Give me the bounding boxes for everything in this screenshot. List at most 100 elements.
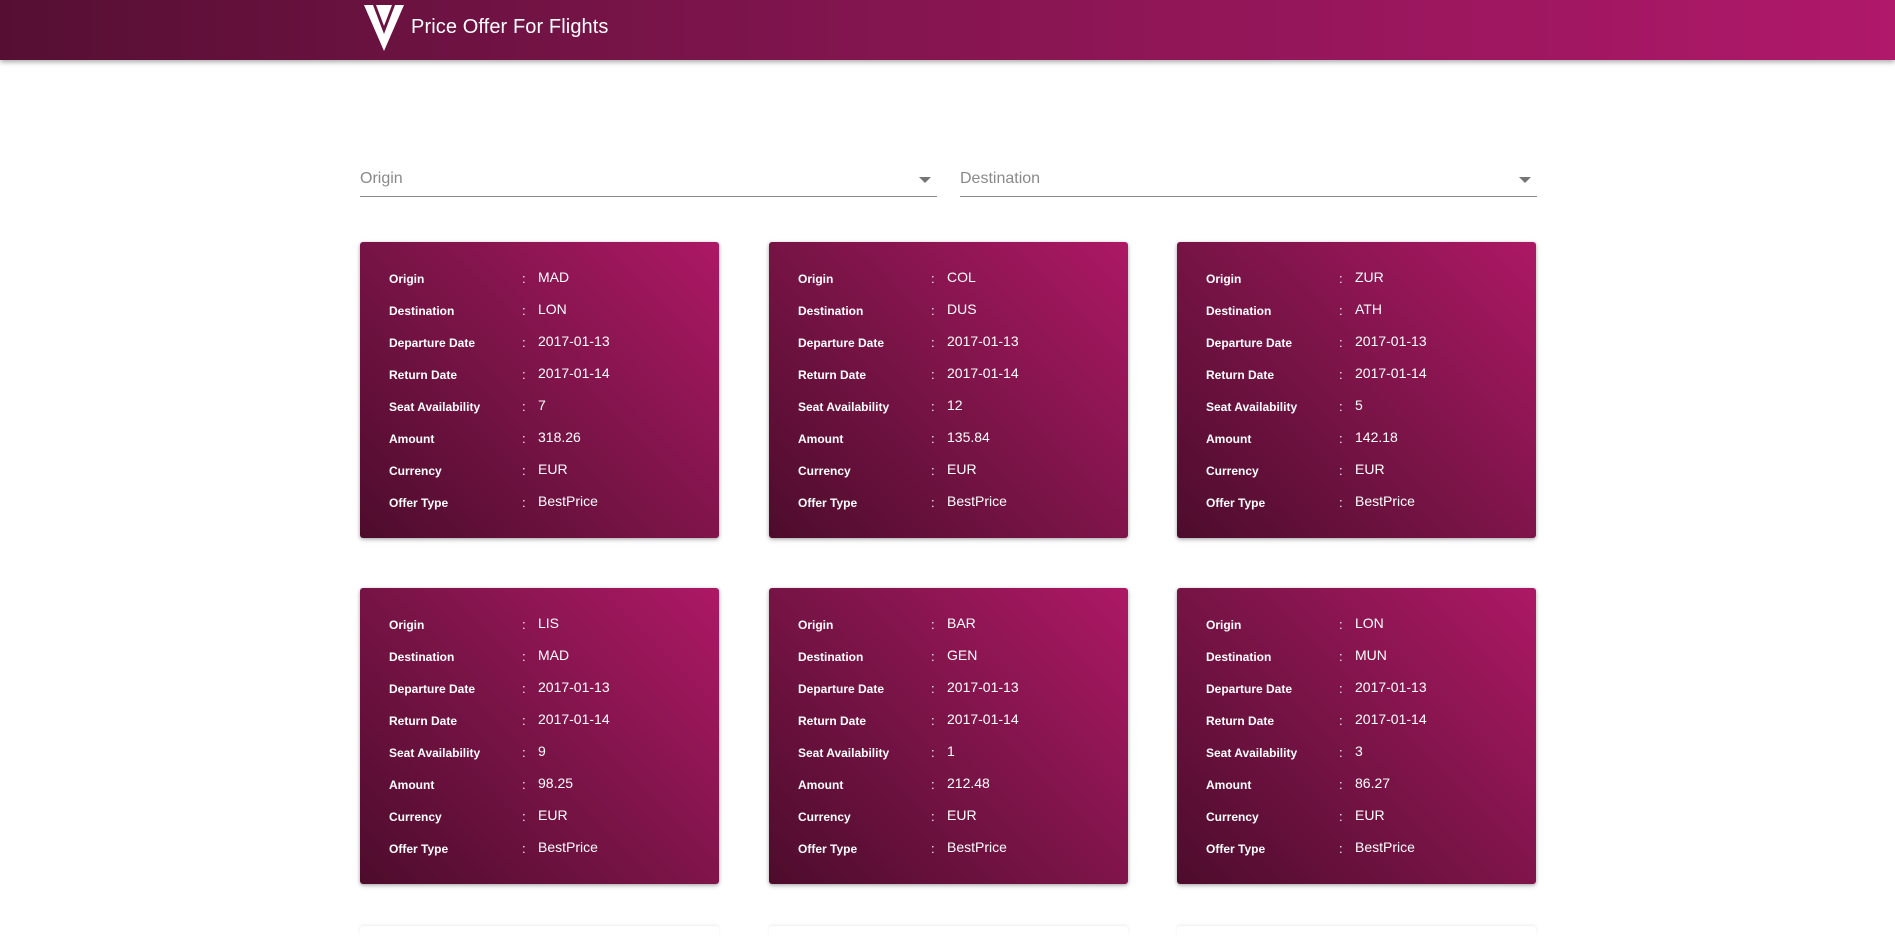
field-label: Amount bbox=[1206, 778, 1252, 792]
field-separator: : bbox=[1339, 463, 1343, 478]
offer-field-destination: Destination: GEN bbox=[798, 647, 1118, 667]
field-separator: : bbox=[1339, 649, 1343, 664]
offer-field-currency: Currency: EUR bbox=[798, 807, 1118, 827]
offer-field-origin: Origin: ZUR bbox=[1206, 269, 1526, 289]
destination-select[interactable]: Destination bbox=[960, 168, 1537, 197]
offer-field-origin: Origin: LIS bbox=[389, 615, 709, 635]
offer-field-currency: Currency: EUR bbox=[1206, 461, 1526, 481]
field-value: EUR bbox=[1355, 807, 1385, 823]
field-separator: : bbox=[1339, 809, 1343, 824]
origin-select[interactable]: Origin bbox=[360, 168, 937, 197]
offer-card-partial bbox=[360, 926, 719, 936]
offer-field-return-date: Return Date:2017-01-14 bbox=[389, 711, 709, 731]
field-label: Destination bbox=[798, 304, 864, 318]
field-separator: : bbox=[522, 303, 526, 318]
offer-field-seat-availability: Seat Availability:12 bbox=[798, 397, 1118, 417]
field-separator: : bbox=[1339, 777, 1343, 792]
field-separator: : bbox=[522, 745, 526, 760]
field-separator: : bbox=[931, 809, 935, 824]
field-label: Currency bbox=[389, 464, 442, 478]
chevron-down-icon bbox=[919, 177, 931, 183]
field-label: Destination bbox=[389, 304, 455, 318]
field-label: Origin bbox=[389, 272, 425, 286]
field-value: 2017-01-13 bbox=[538, 333, 610, 349]
field-separator: : bbox=[931, 617, 935, 632]
field-separator: : bbox=[522, 681, 526, 696]
offer-field-amount: Amount:142.18 bbox=[1206, 429, 1526, 449]
field-value: EUR bbox=[947, 461, 977, 477]
offer-field-seat-availability: Seat Availability:9 bbox=[389, 743, 709, 763]
field-separator: : bbox=[931, 399, 935, 414]
app-title: Price Offer For Flights bbox=[411, 16, 609, 38]
field-label: Offer Type bbox=[1206, 842, 1266, 856]
offer-card: Origin: COL Destination: DUS Departure Date:… bbox=[769, 242, 1128, 538]
destination-select-label: Destination bbox=[960, 170, 1041, 187]
field-separator: : bbox=[522, 495, 526, 510]
field-value: BestPrice bbox=[538, 493, 598, 509]
offer-field-seat-availability: Seat Availability:7 bbox=[389, 397, 709, 417]
offer-field-departure-date: Departure Date:2017-01-13 bbox=[798, 333, 1118, 353]
offer-field-offer-type: Offer Type: BestPrice bbox=[1206, 839, 1526, 859]
field-label: Return Date bbox=[1206, 714, 1275, 728]
field-label: Seat Availability bbox=[798, 400, 890, 414]
field-separator: : bbox=[931, 713, 935, 728]
offer-field-return-date: Return Date:2017-01-14 bbox=[798, 711, 1118, 731]
field-label: Amount bbox=[798, 432, 844, 446]
field-label: Amount bbox=[1206, 432, 1252, 446]
field-label: Offer Type bbox=[389, 496, 449, 510]
field-value: 212.48 bbox=[947, 775, 990, 791]
field-value: EUR bbox=[538, 461, 568, 477]
field-separator: : bbox=[1339, 303, 1343, 318]
field-value: 135.84 bbox=[947, 429, 990, 445]
field-label: Destination bbox=[1206, 650, 1272, 664]
field-separator: : bbox=[1339, 713, 1343, 728]
field-label: Departure Date bbox=[1206, 682, 1293, 696]
v-logo-icon bbox=[364, 5, 404, 51]
field-value: 2017-01-14 bbox=[538, 711, 610, 727]
field-value: MAD bbox=[538, 269, 570, 285]
offer-field-origin: Origin: LON bbox=[1206, 615, 1526, 635]
field-value: 2017-01-14 bbox=[1355, 711, 1427, 727]
field-label: Departure Date bbox=[798, 336, 885, 350]
field-value: EUR bbox=[1355, 461, 1385, 477]
field-value: 2017-01-13 bbox=[947, 679, 1019, 695]
field-value: ATH bbox=[1355, 301, 1382, 317]
field-separator: : bbox=[522, 399, 526, 414]
field-value: 2017-01-14 bbox=[538, 365, 610, 381]
field-separator: : bbox=[522, 777, 526, 792]
field-separator: : bbox=[1339, 399, 1343, 414]
field-separator: : bbox=[1339, 841, 1343, 856]
offer-field-return-date: Return Date:2017-01-14 bbox=[798, 365, 1118, 385]
field-value: EUR bbox=[947, 807, 977, 823]
offer-card: Origin: MAD Destination: LON Departure Date:… bbox=[360, 242, 719, 538]
offer-field-offer-type: Offer Type: BestPrice bbox=[798, 839, 1118, 859]
offer-card: Origin: LIS Destination: MAD Departure Date:… bbox=[360, 588, 719, 884]
field-label: Destination bbox=[798, 650, 864, 664]
field-value: DUS bbox=[947, 301, 977, 317]
field-value: 3 bbox=[1355, 743, 1363, 759]
field-value: 2017-01-13 bbox=[538, 679, 610, 695]
field-label: Currency bbox=[798, 464, 851, 478]
field-label: Departure Date bbox=[389, 336, 476, 350]
field-value: 2017-01-14 bbox=[947, 711, 1019, 727]
offer-field-origin: Origin: BAR bbox=[798, 615, 1118, 635]
field-label: Seat Availability bbox=[1206, 746, 1298, 760]
field-label: Amount bbox=[389, 432, 435, 446]
field-separator: : bbox=[522, 617, 526, 632]
field-separator: : bbox=[931, 777, 935, 792]
field-label: Seat Availability bbox=[389, 746, 481, 760]
field-label: Destination bbox=[389, 650, 455, 664]
field-label: Return Date bbox=[798, 714, 867, 728]
field-value: 2017-01-13 bbox=[1355, 679, 1427, 695]
field-label: Origin bbox=[1206, 272, 1242, 286]
field-label: Offer Type bbox=[1206, 496, 1266, 510]
field-label: Currency bbox=[1206, 810, 1259, 824]
field-label: Return Date bbox=[1206, 368, 1275, 382]
offer-card-partial bbox=[1177, 926, 1536, 936]
field-value: LIS bbox=[538, 615, 560, 631]
offer-field-amount: Amount:135.84 bbox=[798, 429, 1118, 449]
offer-field-amount: Amount:86.27 bbox=[1206, 775, 1526, 795]
field-label: Offer Type bbox=[389, 842, 449, 856]
field-separator: : bbox=[1339, 367, 1343, 382]
field-label: Origin bbox=[798, 272, 834, 286]
